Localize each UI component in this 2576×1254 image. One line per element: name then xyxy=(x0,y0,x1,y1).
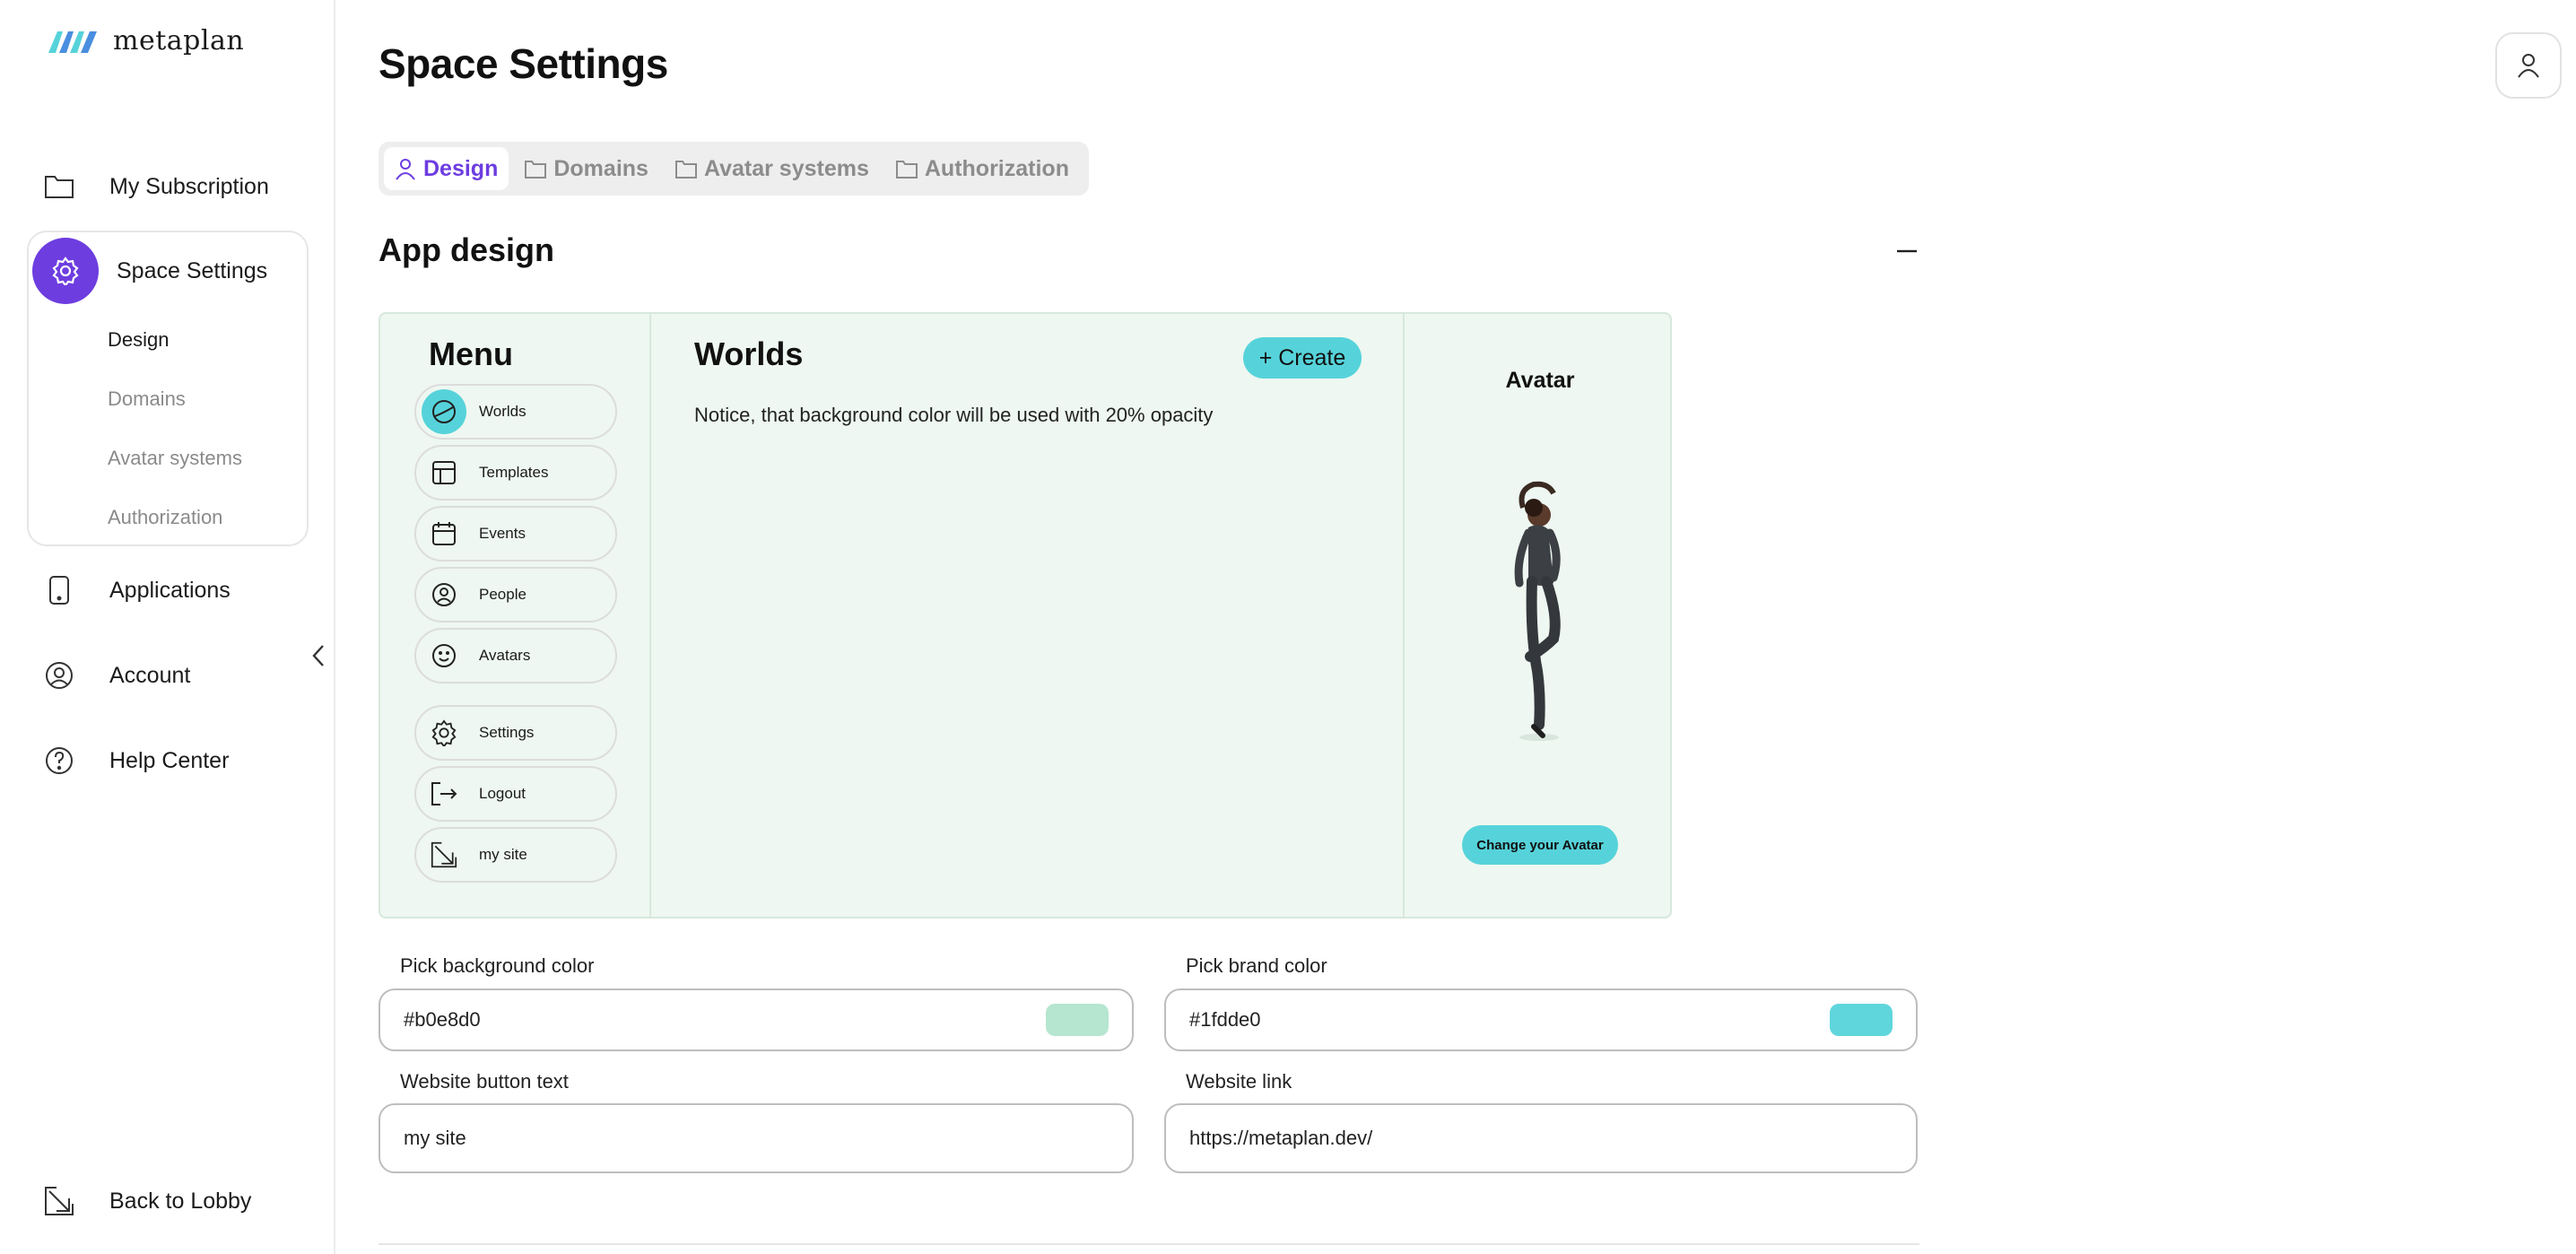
user-circle-icon xyxy=(422,572,466,617)
preview-notice: Notice, that background color will be us… xyxy=(694,404,1214,426)
tab-authorization[interactable]: Authorization xyxy=(885,147,1080,190)
sidebar-item-help-center[interactable]: Help Center xyxy=(27,728,229,793)
sidebar-item-label: Back to Lobby xyxy=(109,1188,252,1214)
preview-main-title: Worlds xyxy=(694,335,804,372)
website-link-input[interactable]: https://metaplan.dev/ xyxy=(1164,1103,1918,1173)
tab-label: Authorization xyxy=(924,155,1069,181)
profile-button[interactable] xyxy=(2495,32,2562,99)
tab-label: Avatar systems xyxy=(703,155,869,181)
exit-arrow-icon xyxy=(27,1169,91,1233)
user-circle-icon xyxy=(27,643,91,708)
bg-color-value: #b0e8d0 xyxy=(404,1008,481,1031)
logout-icon xyxy=(422,771,466,816)
website-link-value: https://metaplan.dev/ xyxy=(1189,1127,1373,1149)
brand-color-label: Pick brand color xyxy=(1186,954,1327,977)
avatar-figure-image xyxy=(1514,481,1561,741)
sidebar-item-applications[interactable]: Applications xyxy=(27,558,231,623)
tab-domains[interactable]: Domains xyxy=(514,147,659,190)
app-logo[interactable]: metaplan xyxy=(47,25,244,57)
sidebar-subitem-authorization[interactable]: Authorization xyxy=(108,506,222,529)
sidebar: metaplan My Subscription Space Settings … xyxy=(0,0,335,1254)
button-text-value: my site xyxy=(404,1127,466,1149)
tab-label: Design xyxy=(423,155,499,181)
user-icon xyxy=(396,159,415,180)
chevron-left-icon xyxy=(312,645,324,666)
sidebar-item-my-subscription[interactable]: My Subscription xyxy=(27,154,269,219)
tab-label: Domains xyxy=(553,155,648,181)
folder-icon xyxy=(525,161,547,179)
preview-menu-item-avatars[interactable]: Avatars xyxy=(414,628,617,684)
preview-menu-label: Settings xyxy=(479,724,535,741)
sidebar-subitem-avatar-systems[interactable]: Avatar systems xyxy=(108,447,242,470)
folder-icon xyxy=(895,161,918,179)
metaplan-logo-icon xyxy=(48,30,97,53)
external-link-icon xyxy=(422,832,466,877)
preview-menu-label: my site xyxy=(479,846,527,863)
website-link-label: Website link xyxy=(1186,1070,1292,1093)
template-icon xyxy=(422,450,466,495)
preview-menu-title: Menu xyxy=(429,335,513,372)
help-icon xyxy=(27,728,91,793)
tab-design[interactable]: Design xyxy=(384,147,509,190)
preview-main: Worlds + Create Notice, that background … xyxy=(651,314,1405,917)
brand-color-input[interactable]: #1fdde0 xyxy=(1164,988,1918,1051)
phone-icon xyxy=(27,558,91,623)
change-avatar-button[interactable]: Change your Avatar xyxy=(1462,825,1618,865)
sidebar-item-label: Applications xyxy=(109,577,231,603)
bg-color-label: Pick background color xyxy=(400,954,595,977)
tab-avatar-systems[interactable]: Avatar systems xyxy=(665,147,880,190)
section-divider xyxy=(379,1243,1919,1245)
sidebar-item-label: Account xyxy=(109,662,191,688)
app-name: metaplan xyxy=(113,25,245,57)
preview-menu-label: Events xyxy=(479,525,526,542)
button-text-input[interactable]: my site xyxy=(379,1103,1134,1173)
minus-icon xyxy=(1897,249,1917,253)
preview-menu-item-people[interactable]: People xyxy=(414,567,617,623)
user-icon xyxy=(2518,54,2539,78)
smiley-icon xyxy=(422,633,466,678)
back-to-lobby-button[interactable]: Back to Lobby xyxy=(27,1169,251,1233)
sidebar-item-space-settings[interactable]: Space Settings xyxy=(32,238,268,304)
preview-menu-label: People xyxy=(479,586,527,603)
preview-avatar-title: Avatar xyxy=(1505,368,1575,393)
preview-avatar-panel: Avatar Change your Avatar xyxy=(1406,314,1670,917)
folder-icon xyxy=(674,161,697,179)
section-title: App design xyxy=(379,231,554,268)
brand-color-value: #1fdde0 xyxy=(1189,1008,1261,1031)
collapse-section-button[interactable] xyxy=(1891,235,1923,267)
preview-menu-label: Avatars xyxy=(479,647,531,664)
preview-menu-item-logout[interactable]: Logout xyxy=(414,766,617,822)
sidebar-item-account[interactable]: Account xyxy=(27,643,190,708)
sidebar-item-label: Help Center xyxy=(109,747,230,773)
preview-menu-item-worlds[interactable]: Worlds xyxy=(414,384,617,440)
globe-icon xyxy=(422,389,466,434)
preview-create-button[interactable]: + Create xyxy=(1243,337,1362,379)
sidebar-item-label: My Subscription xyxy=(109,173,269,199)
sidebar-item-label: Space Settings xyxy=(117,257,268,283)
gear-icon xyxy=(32,238,99,304)
app-design-preview: Menu Worlds Templates Events People Avat… xyxy=(379,312,1672,919)
collapse-sidebar-button[interactable] xyxy=(305,642,332,669)
gear-icon xyxy=(422,710,466,755)
preview-menu-item-events[interactable]: Events xyxy=(414,506,617,562)
preview-menu: Menu Worlds Templates Events People Avat… xyxy=(380,314,651,917)
settings-tabs: Design Domains Avatar systems Authorizat… xyxy=(379,142,1089,196)
preview-menu-item-my-site[interactable]: my site xyxy=(414,827,617,883)
preview-menu-label: Templates xyxy=(479,464,549,481)
bg-color-swatch[interactable] xyxy=(1046,1004,1109,1036)
brand-color-swatch[interactable] xyxy=(1830,1004,1893,1036)
bg-color-input[interactable]: #b0e8d0 xyxy=(379,988,1134,1051)
preview-menu-item-templates[interactable]: Templates xyxy=(414,445,617,501)
preview-menu-label: Worlds xyxy=(479,403,527,420)
preview-menu-label: Logout xyxy=(479,785,526,802)
sidebar-subitem-design[interactable]: Design xyxy=(108,328,169,352)
preview-menu-item-settings[interactable]: Settings xyxy=(414,705,617,761)
sidebar-subitem-domains[interactable]: Domains xyxy=(108,388,186,411)
page-title: Space Settings xyxy=(379,40,668,87)
calendar-icon xyxy=(422,511,466,556)
button-text-label: Website button text xyxy=(400,1070,569,1093)
folder-icon xyxy=(27,154,91,219)
